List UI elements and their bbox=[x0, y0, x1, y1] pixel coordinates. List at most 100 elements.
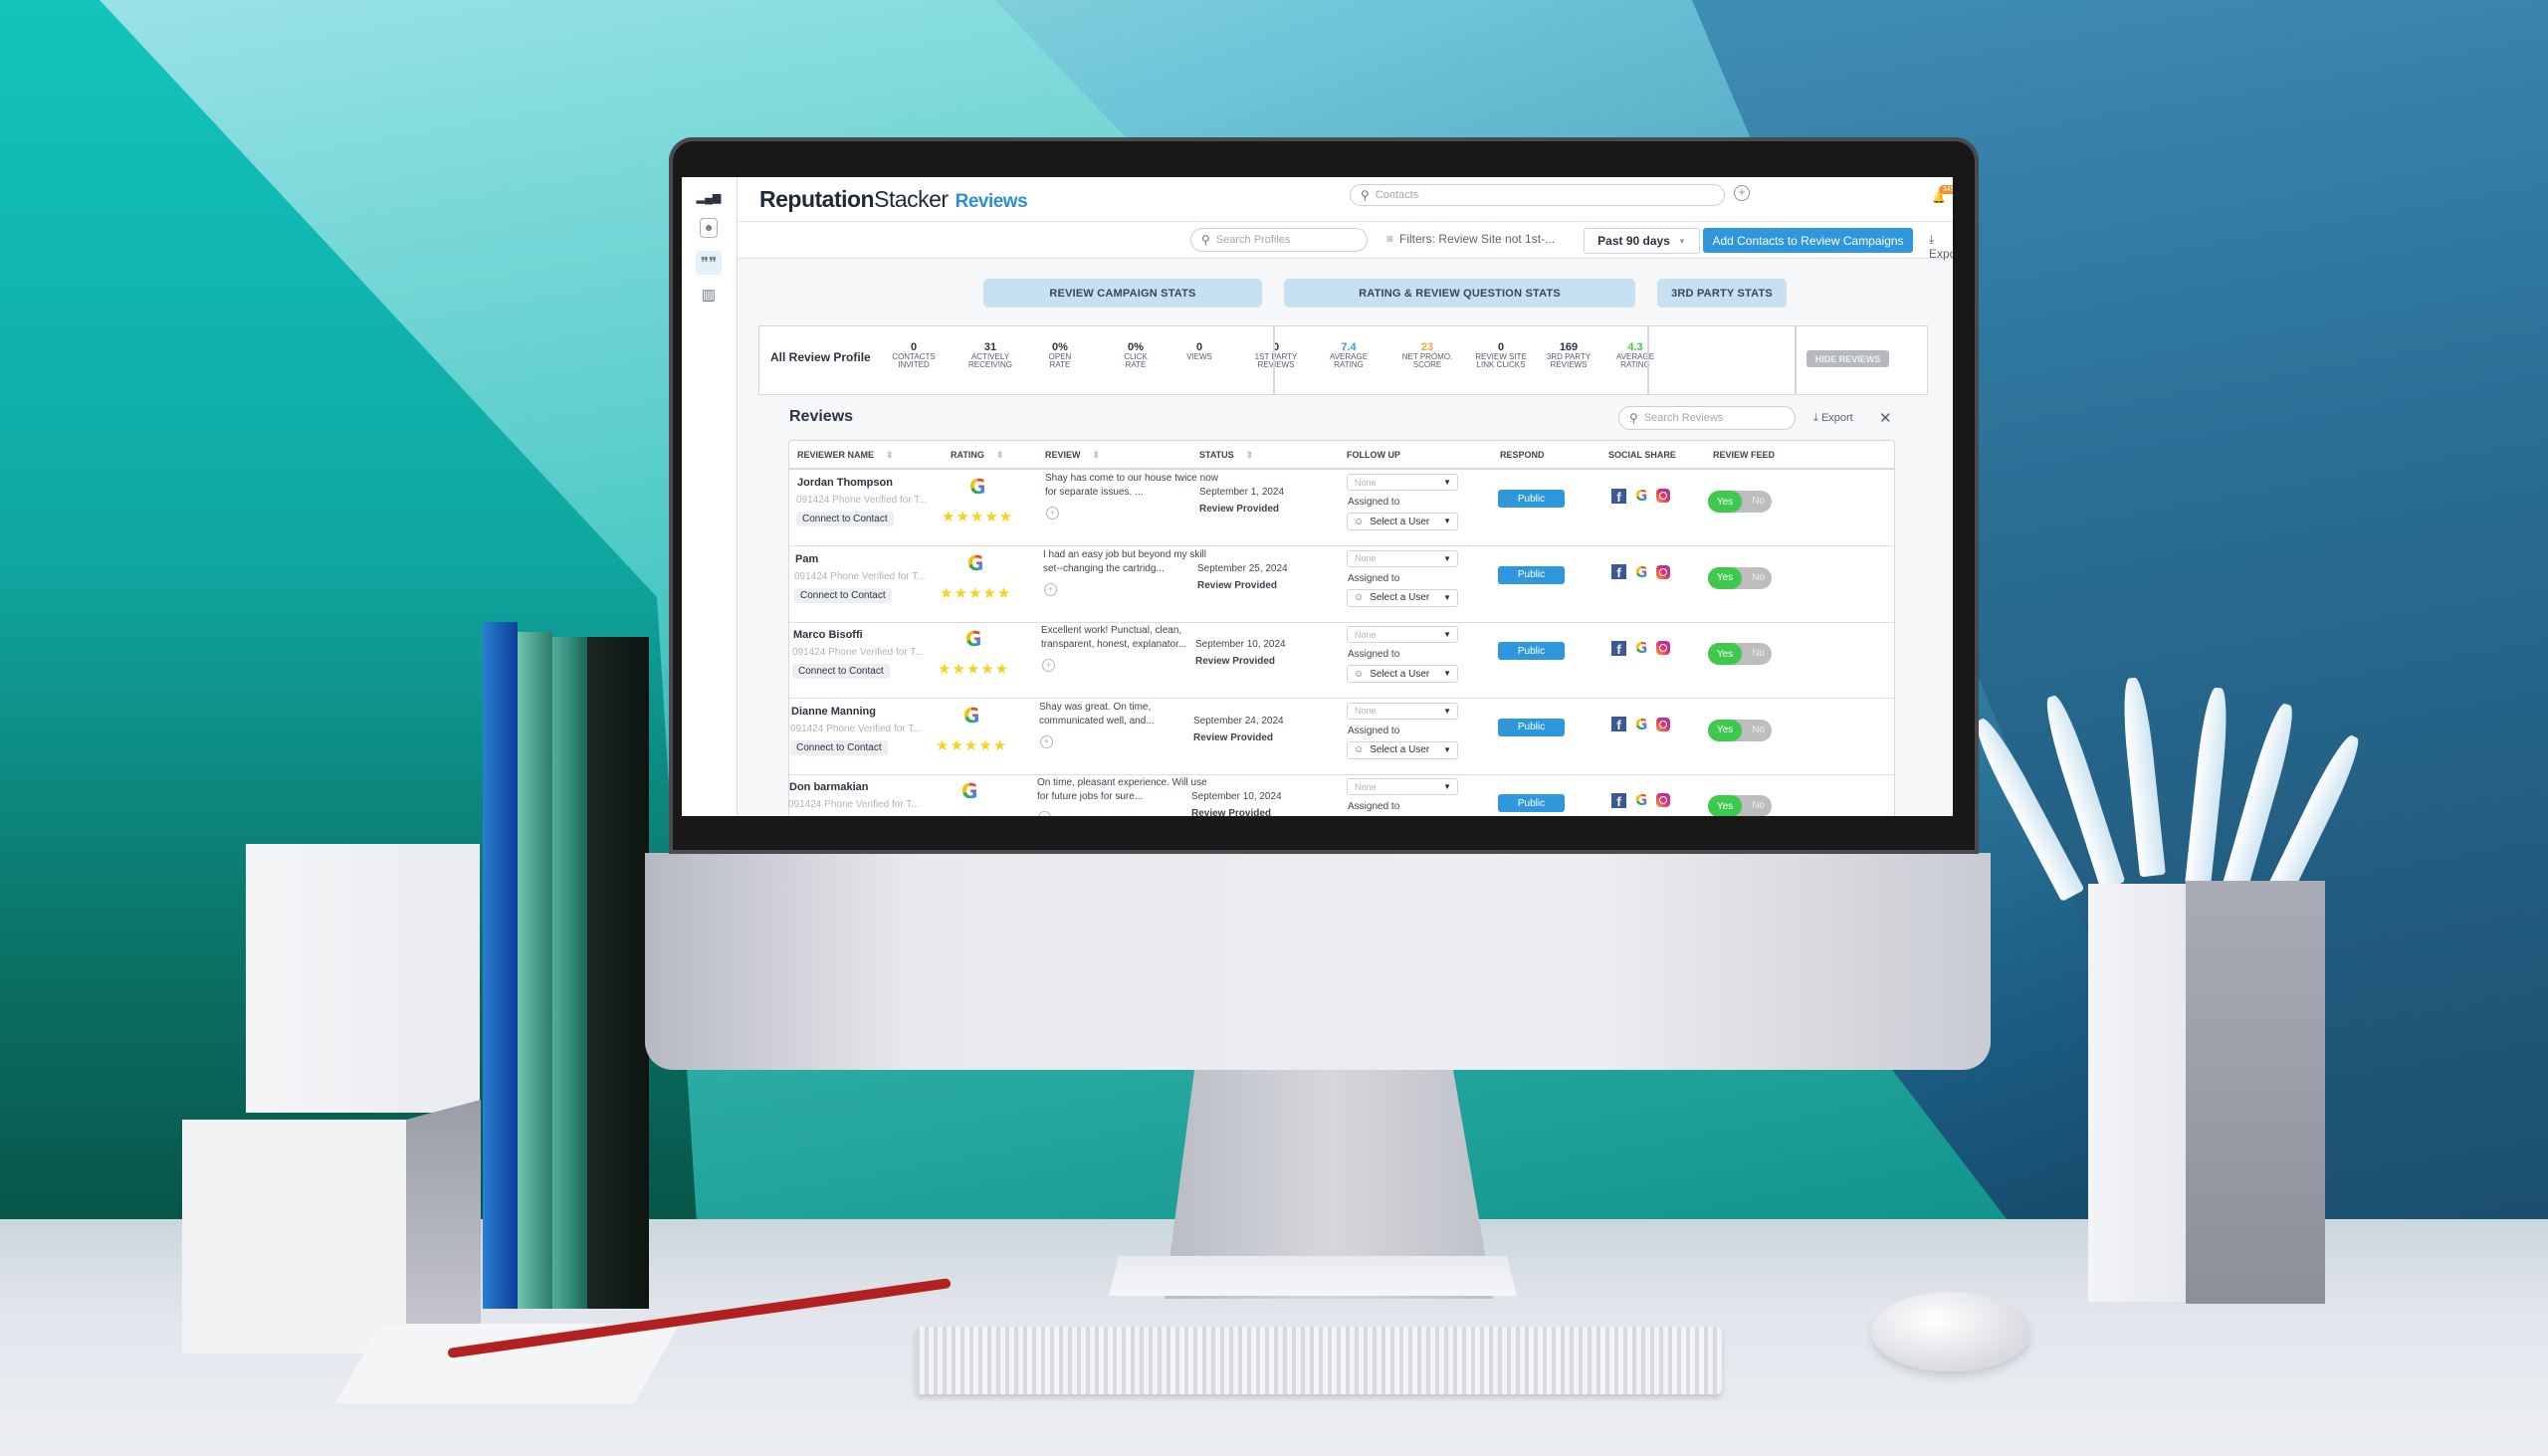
column-header-review[interactable]: REVIEW ⇕ bbox=[1045, 450, 1100, 461]
review-date: September 10, 2024 bbox=[1195, 639, 1286, 650]
review-text[interactable]: Excellent work! Punctual, clean, transpa… bbox=[1041, 624, 1215, 652]
assign-user-select[interactable]: ☺ Select a User ▼ bbox=[1347, 740, 1458, 759]
user-icon: ☺ bbox=[1354, 592, 1365, 603]
review-date: September 25, 2024 bbox=[1197, 562, 1288, 574]
respond-public-button[interactable]: Public bbox=[1498, 794, 1565, 812]
follow-up-select[interactable]: None ▼ bbox=[1347, 474, 1458, 491]
google-share-icon[interactable]: G bbox=[1635, 791, 1647, 809]
assigned-to-label: Assigned to bbox=[1348, 801, 1400, 812]
review-feed-toggle[interactable]: Yes No bbox=[1708, 719, 1772, 741]
review-text[interactable]: Shay was great. On time, communicated we… bbox=[1039, 701, 1213, 728]
facebook-share-icon[interactable]: f bbox=[1611, 564, 1626, 579]
review-feed-toggle[interactable]: Yes No bbox=[1708, 795, 1772, 816]
assign-user-select[interactable]: ☺ Select a User ▼ bbox=[1347, 588, 1458, 607]
column-label: RESPOND bbox=[1500, 450, 1545, 460]
search-reviews-placeholder: Search Reviews bbox=[1643, 412, 1724, 424]
respond-public-button[interactable]: Public bbox=[1498, 642, 1565, 660]
stat-item: 0 1st PARTY REVIEWS bbox=[1236, 341, 1316, 369]
instagram-share-icon[interactable] bbox=[1656, 793, 1671, 807]
profile-label: All Review Profile bbox=[770, 350, 871, 364]
tab-review-campaign-stats[interactable]: REVIEW CAMPAIGN STATS bbox=[983, 279, 1262, 308]
stat-item: 31 ACTIVELY RECEIVING bbox=[951, 341, 1030, 369]
stats-panel: All Review Profile 0 CONTACTS INVITED 31 … bbox=[758, 325, 1928, 395]
stat-item: 23 NET PROMO. SCORE bbox=[1387, 341, 1467, 369]
chevron-down-icon: ▼ bbox=[1443, 669, 1451, 678]
tab-rating-review-question-stats[interactable]: RATING & REVIEW QUESTION STATS bbox=[1284, 279, 1635, 308]
add-note-icon[interactable]: + bbox=[1038, 811, 1051, 816]
column-header-reviewer-name[interactable]: REVIEWER NAME ⇕ bbox=[797, 450, 894, 461]
reviewer-name[interactable]: Pam bbox=[795, 553, 818, 565]
follow-up-select[interactable]: None ▼ bbox=[1347, 626, 1458, 643]
google-share-icon[interactable]: G bbox=[1635, 563, 1647, 581]
add-note-icon[interactable]: + bbox=[1042, 659, 1055, 672]
review-feed-toggle[interactable]: Yes No bbox=[1708, 643, 1772, 665]
keyboard bbox=[916, 1327, 1722, 1394]
date-range-select[interactable]: Past 90 days ▼ bbox=[1584, 228, 1700, 254]
stat-item: 4.3 AVERAGE RATING bbox=[1595, 341, 1675, 369]
reviewer-name[interactable]: Marco Bisoffi bbox=[793, 629, 863, 641]
report-chart-icon[interactable]: ▥ bbox=[696, 283, 722, 307]
respond-public-button[interactable]: Public bbox=[1498, 718, 1565, 736]
add-note-icon[interactable]: + bbox=[1040, 734, 1053, 748]
search-reviews-input[interactable]: ⚲ Search Reviews bbox=[1618, 406, 1796, 430]
contact-card-icon[interactable]: ☻ bbox=[700, 218, 718, 238]
instagram-share-icon[interactable] bbox=[1656, 717, 1671, 731]
add-note-icon[interactable]: + bbox=[1044, 582, 1057, 596]
facebook-share-icon[interactable]: f bbox=[1611, 488, 1626, 504]
review-date: September 24, 2024 bbox=[1193, 715, 1284, 727]
follow-up-select[interactable]: None ▼ bbox=[1347, 778, 1458, 795]
instagram-share-icon[interactable] bbox=[1656, 489, 1671, 503]
assign-user-select[interactable]: ☺ Select a User ▼ bbox=[1347, 665, 1458, 683]
connect-to-contact-button[interactable]: Connect to Contact bbox=[796, 512, 894, 526]
social-share-icons: f G bbox=[1611, 639, 1671, 657]
tab-3rd-party-stats[interactable]: 3RD PARTY STATS bbox=[1657, 279, 1787, 308]
chevron-down-icon: ▼ bbox=[1443, 592, 1451, 602]
google-share-icon[interactable]: G bbox=[1635, 487, 1647, 505]
reviewer-name[interactable]: Dianne Manning bbox=[791, 706, 876, 718]
social-share-icons: f G bbox=[1611, 791, 1671, 809]
filters-button[interactable]: ≡ Filters: Review Site not 1st-... bbox=[1386, 232, 1555, 246]
review-text[interactable]: Shay has come to our house twice now for… bbox=[1045, 472, 1219, 500]
connect-to-contact-button[interactable]: Connect to Contact bbox=[794, 587, 892, 603]
column-header-rating[interactable]: RATING ⇕ bbox=[951, 450, 1003, 461]
chevron-down-icon: ▼ bbox=[1443, 478, 1451, 487]
search-profiles-input[interactable]: ⚲ Search Profiles bbox=[1190, 228, 1368, 252]
follow-up-select[interactable]: None ▼ bbox=[1347, 549, 1458, 567]
facebook-share-icon[interactable]: f bbox=[1611, 717, 1626, 731]
respond-public-button[interactable]: Public bbox=[1498, 565, 1565, 584]
instagram-share-icon[interactable] bbox=[1656, 564, 1671, 579]
paper-sheet bbox=[334, 1324, 681, 1403]
add-contact-icon[interactable]: + bbox=[1734, 185, 1750, 201]
review-feed-toggle[interactable]: Yes No bbox=[1708, 566, 1772, 589]
reviews-export-button[interactable]: ⤓ Export bbox=[1813, 412, 1853, 425]
quote-icon[interactable]: ❞❞ bbox=[696, 251, 722, 275]
reviewer-name[interactable]: Jordan Thompson bbox=[797, 477, 893, 489]
instagram-share-icon[interactable] bbox=[1656, 641, 1671, 655]
divider bbox=[1273, 326, 1275, 394]
respond-public-button[interactable]: Public bbox=[1498, 490, 1565, 508]
reviewer-name[interactable]: Don barmakian bbox=[789, 781, 868, 793]
review-text[interactable]: On time, pleasant experience. Will use f… bbox=[1037, 776, 1211, 804]
review-feed-toggle[interactable]: Yes No bbox=[1708, 491, 1772, 513]
column-header-status[interactable]: STATUS ⇕ bbox=[1199, 450, 1253, 461]
add-contacts-to-campaigns-button[interactable]: Add Contacts to Review Campaigns bbox=[1703, 228, 1913, 253]
google-share-icon[interactable]: G bbox=[1635, 716, 1647, 733]
reviews-export-label: Export bbox=[1820, 412, 1853, 424]
google-icon: G bbox=[967, 550, 984, 575]
hide-reviews-button[interactable]: HIDE REVIEWS bbox=[1806, 350, 1889, 367]
facebook-share-icon[interactable]: f bbox=[1611, 640, 1626, 656]
export-button[interactable]: ⤓ Export bbox=[1929, 232, 1953, 261]
follow-up-select[interactable]: None ▼ bbox=[1347, 702, 1458, 720]
contacts-search-input[interactable]: ⚲ Contacts bbox=[1350, 184, 1725, 206]
review-text[interactable]: I had an easy job but beyond my skill se… bbox=[1043, 548, 1217, 576]
assign-user-select[interactable]: ☺ Select a User ▼ bbox=[1347, 513, 1458, 530]
connect-to-contact-button[interactable]: Connect to Contact bbox=[790, 739, 888, 755]
facebook-share-icon[interactable]: f bbox=[1611, 792, 1626, 808]
brand-logo[interactable]: ReputationStacker Reviews bbox=[759, 186, 1028, 213]
close-icon[interactable]: ✕ bbox=[1879, 409, 1892, 427]
column-label: STATUS bbox=[1199, 450, 1234, 460]
connect-to-contact-button[interactable]: Connect to Contact bbox=[792, 664, 890, 679]
google-share-icon[interactable]: G bbox=[1635, 639, 1647, 657]
add-note-icon[interactable]: + bbox=[1046, 507, 1059, 520]
signal-bars-icon[interactable]: ▂▄▆ bbox=[696, 185, 722, 209]
